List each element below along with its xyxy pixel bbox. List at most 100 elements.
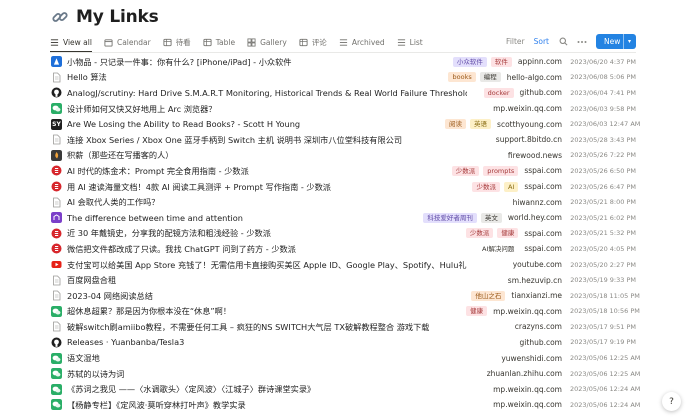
list-item[interactable]: 小物品 - 只记录一件事：你有什么? [iPhone/iPad] - 小众软件 小…: [48, 54, 636, 70]
created-date: 2023/05/21 8:00 PM: [570, 198, 636, 207]
link-title[interactable]: 微信把文件都改成了只读。我找 ChatGPT 问到了药方 - 少数派: [67, 243, 296, 255]
row-meta: crazyns.com 2023/05/17 9:51 PM: [509, 319, 636, 335]
list-item[interactable]: 连接 Xbox Series / Xbox One 蓝牙手柄到 Switch 主…: [48, 132, 636, 148]
tab-view-1[interactable]: Calendar: [104, 32, 151, 52]
link-title[interactable]: 《苏词之我见 ——〈水调歌头〉〈定风波〉〈江城子〉群诗课堂实录》: [67, 383, 315, 395]
link-title[interactable]: 用 AI 速读海量文档！4款 AI 阅读工具测评 + Prompt 写作指南 -…: [67, 181, 331, 193]
link-title[interactable]: 连接 Xbox Series / Xbox One 蓝牙手柄到 Switch 主…: [67, 134, 402, 146]
tab-view-7[interactable]: List: [397, 32, 423, 52]
list-item[interactable]: 用 AI 速读海量文档！4款 AI 阅读工具测评 + Prompt 写作指南 -…: [48, 179, 636, 195]
help-button[interactable]: ?: [662, 392, 681, 411]
search-icon[interactable]: [558, 37, 568, 47]
tag-badge: 少数派: [451, 165, 480, 176]
filter-button[interactable]: Filter: [506, 37, 525, 46]
link-domain: github.com: [519, 337, 562, 347]
tab-view-6[interactable]: Archived: [339, 32, 385, 52]
created-date: 2023/06/08 5:06 PM: [570, 73, 636, 82]
list-item[interactable]: 破解switch刷amiibo教程，不需要任何工具 – 疯狂的NS SWITCH…: [48, 319, 636, 335]
sort-button[interactable]: Sort: [534, 37, 549, 46]
link-title[interactable]: 超休息超累？那是因为你根本没在“休息”啊！: [67, 305, 231, 317]
link-title[interactable]: AI 时代的炼金术：Prompt 完全食用指南 - 少数派: [67, 165, 249, 177]
link-title[interactable]: Hello 算法: [67, 71, 107, 83]
link-title[interactable]: 破解switch刷amiibo教程，不需要任何工具 – 疯狂的NS SWITCH…: [67, 321, 429, 333]
link-title[interactable]: Releases · Yuanbanba/Tesla3: [67, 337, 184, 347]
link-domain: hello-algo.com: [506, 72, 562, 82]
tab-label: 待看: [175, 37, 191, 47]
link-title[interactable]: 百度网盘合租: [67, 274, 116, 286]
list-item[interactable]: AI 时代的炼金术：Prompt 完全食用指南 - 少数派 少数派 prompts s…: [48, 163, 636, 179]
row-meta: 少数派 AI sspai.com 2023/05/26 6:47 PM: [468, 179, 636, 195]
link-title[interactable]: Are We Losing the Ability to Read Books?…: [67, 119, 300, 129]
link-title[interactable]: AnalogJ/scrutiny: Hard Drive S.M.A.R.T M…: [67, 88, 467, 98]
tag-list: 阅读 英语: [441, 119, 492, 130]
link-title[interactable]: 积薪（那些还在写播客的人）: [67, 149, 173, 161]
list-item[interactable]: 设计师如何又快又好地用上 Arc 浏览器？ mp.weixin.qq.com 202…: [48, 101, 636, 117]
link-title[interactable]: 支付宝可以给美国 App Store 充钱了！无需信用卡直接购买美区 Apple…: [67, 259, 467, 271]
new-button[interactable]: New ▾: [596, 34, 636, 49]
link-title[interactable]: 苏轼的以诗为词: [67, 368, 124, 380]
list-item[interactable]: 2023-04 网络阅读总结 他山之石 tianxianzi.me 2023/05/1…: [48, 288, 640, 304]
chevron-down-icon[interactable]: ▾: [622, 34, 631, 49]
link-domain: sspai.com: [524, 228, 562, 238]
link-title[interactable]: 设计师如何又快又好地用上 Arc 浏览器？: [67, 103, 217, 115]
row-meta: mp.weixin.qq.com 2023/05/06 12:24 AM: [487, 381, 640, 397]
list-item[interactable]: 超休息超累？那是因为你根本没在“休息”啊！ 健康 mp.weixin.qq.com 2…: [48, 304, 640, 320]
tab-view-5[interactable]: 评论: [299, 32, 327, 52]
list-item[interactable]: 微信把文件都改成了只读。我找 ChatGPT 问到了药方 - 少数派 AI解决问题…: [48, 241, 636, 257]
tab-view-4[interactable]: Gallery: [247, 32, 287, 52]
tag-badge: 少数派: [472, 181, 500, 192]
list-item[interactable]: 苏轼的以诗为词 zhuanlan.zhihu.com 2023/05/06 12:2…: [48, 366, 641, 382]
github-icon: [51, 87, 62, 98]
page-icon: [51, 321, 62, 332]
icon-label: SY: [52, 120, 61, 128]
created-date: 2023/05/19 9:33 PM: [570, 276, 636, 285]
created-date: 2023/05/28 3:43 PM: [570, 135, 636, 144]
link-domain: tianxianzi.me: [511, 291, 562, 301]
tag-badge: 少数派: [465, 228, 494, 239]
list-item[interactable]: AnalogJ/scrutiny: Hard Drive S.M.A.R.T M…: [48, 85, 636, 101]
list-item[interactable]: Hello 算法 books 编程 hello-algo.com 2023/06/08 …: [48, 70, 636, 86]
list-item[interactable]: 支付宝可以给美国 App Store 充钱了！无需信用卡直接购买美区 Apple…: [48, 257, 636, 273]
link-title[interactable]: 2023-04 网络阅读总结: [67, 290, 153, 302]
list-item[interactable]: The difference between time and attentio…: [48, 210, 636, 226]
list-item[interactable]: 语文湿地 yuwenshidi.com 2023/05/06 12:25 AM: [48, 350, 640, 366]
tab-view-2[interactable]: 待看: [163, 32, 191, 52]
created-date: 2023/05/26 6:47 PM: [570, 182, 636, 191]
list-item[interactable]: Releases · Yuanbanba/Tesla3 github.com 202…: [48, 335, 636, 351]
tab-label: Gallery: [260, 37, 287, 47]
created-date: 2023/06/03 12:47 AM: [570, 120, 641, 129]
link-title[interactable]: AI 会取代人类的工作吗？: [67, 196, 160, 208]
list-item[interactable]: 近 30 年戴镜史，分享我的配镜方法和粗浅经验 - 少数派 少数派 健康 sspai.…: [48, 226, 636, 242]
link-title[interactable]: 【杨静专栏】《定风波·莫听穿林打叶声》教学实录: [67, 399, 246, 411]
page-title-row: My Links: [50, 6, 159, 28]
tab-view-3[interactable]: Table: [203, 32, 235, 52]
row-meta: hiwannz.com 2023/05/21 8:00 PM: [507, 194, 636, 210]
created-date: 2023/05/06 12:25 AM: [570, 369, 641, 378]
list-item[interactable]: 百度网盘合租 sm.hezuvip.cn 2023/05/19 9:33 PM: [48, 272, 636, 288]
link-domain: sspai.com: [524, 244, 562, 254]
tab-view-all[interactable]: View all: [50, 32, 92, 53]
list-icon: [50, 38, 59, 47]
list-item[interactable]: 《苏词之我见 ——〈水调歌头〉〈定风波〉〈江城子〉群诗课堂实录》 mp.weixi…: [48, 381, 640, 397]
link-title[interactable]: The difference between time and attentio…: [67, 213, 243, 223]
more-icon[interactable]: [577, 37, 587, 47]
wechat-icon: [51, 103, 62, 115]
link-title[interactable]: 小物品 - 只记录一件事：你有什么? [iPhone/iPad] - 小众软件: [67, 56, 292, 68]
toolbar: Filter Sort New ▾: [497, 33, 636, 50]
page-title: My Links: [76, 7, 159, 27]
wechat-icon: [51, 399, 62, 411]
link-title[interactable]: 近 30 年戴镜史，分享我的配镜方法和粗浅经验 - 少数派: [67, 227, 271, 239]
list-item[interactable]: 【杨静专栏】《定风波·莫听穿林打叶声》教学实录 mp.weixin.qq.com 2…: [48, 397, 640, 413]
list-item[interactable]: 积薪（那些还在写播客的人） firewood.news 2023/05/26 7:2…: [48, 148, 636, 164]
created-date: 2023/05/21 5:32 PM: [570, 229, 636, 238]
created-date: 2023/05/18 11:05 PM: [570, 291, 640, 300]
wechat-icon: [51, 305, 62, 317]
link-domain: youtube.com: [512, 260, 562, 270]
list-icon: [339, 38, 348, 47]
list-item[interactable]: SY Are We Losing the Ability to Read Book…: [48, 116, 641, 132]
page-icon: [51, 72, 62, 83]
link-title[interactable]: 语文湿地: [67, 352, 100, 364]
link-domain: world.hey.com: [507, 213, 562, 223]
list-item[interactable]: AI 会取代人类的工作吗？ hiwannz.com 2023/05/21 8:00 …: [48, 194, 636, 210]
created-date: 2023/05/17 9:51 PM: [570, 322, 636, 331]
